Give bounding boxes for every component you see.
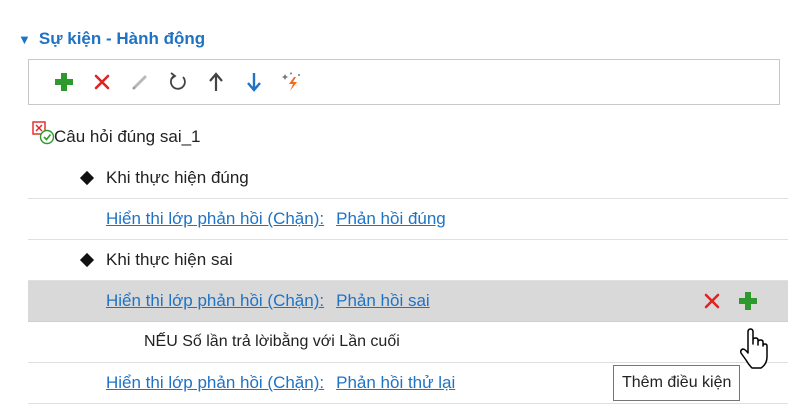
row-actions <box>694 281 766 321</box>
delete-action-button[interactable] <box>694 286 730 316</box>
tree-root[interactable]: Câu hỏi đúng sai_1 <box>28 117 788 158</box>
diamond-bullet-icon <box>79 252 95 268</box>
collapse-triangle-icon[interactable]: ▼ <box>18 33 31 46</box>
arrow-up-icon <box>209 72 223 91</box>
undo-button[interactable] <box>159 66 197 98</box>
delete-button[interactable] <box>83 66 121 98</box>
arrow-down-icon <box>247 73 261 92</box>
section-header[interactable]: ▼ Sự kiện - Hành động <box>18 26 205 52</box>
x-icon <box>704 293 720 309</box>
pencil-icon <box>132 75 147 90</box>
event-row-wrong[interactable]: Khi thực hiện sai <box>28 240 788 281</box>
event-label: Khi thực hiện sai <box>106 250 233 269</box>
add-button[interactable] <box>45 66 83 98</box>
tree-root-label: Câu hỏi đúng sai_1 <box>54 127 201 146</box>
add-condition-tooltip: Thêm điều kiện <box>613 365 741 401</box>
plus-icon <box>55 73 73 91</box>
action-verb-link[interactable]: Hiển thi lớp phản hồi (Chặn): <box>106 373 324 393</box>
add-condition-button[interactable] <box>730 286 766 316</box>
events-actions-panel: ▼ Sự kiện - Hành động Câu hỏi đúng sai_1… <box>0 0 789 420</box>
action-target-link[interactable]: Phản hồi sai <box>336 291 430 311</box>
edit-button[interactable] <box>121 66 159 98</box>
trigger-button[interactable] <box>273 66 311 98</box>
condition-row[interactable]: NẾU Số lần trả lờibằng với Lần cuối <box>28 322 788 363</box>
sparkle-lightning-icon <box>282 72 300 91</box>
event-action-tree: Câu hỏi đúng sai_1 Khi thực hiện đúng Hi… <box>28 117 788 404</box>
rotate-icon <box>170 72 186 90</box>
action-target-link[interactable]: Phản hồi thử lại <box>336 373 455 393</box>
toolbar <box>28 59 780 105</box>
condition-label: NẾU Số lần trả lờibằng với Lần cuối <box>144 333 400 350</box>
action-target-link[interactable]: Phản hồi đúng <box>336 209 446 229</box>
action-row-correct[interactable]: Hiển thi lớp phản hồi (Chặn): Phản hồi đ… <box>28 199 788 240</box>
action-row-wrong-selected[interactable]: Hiển thi lớp phản hồi (Chặn): Phản hồi s… <box>28 281 788 322</box>
event-row-correct[interactable]: Khi thực hiện đúng <box>28 158 788 199</box>
plus-icon <box>739 292 757 310</box>
action-verb-link[interactable]: Hiển thi lớp phản hồi (Chặn): <box>106 209 324 229</box>
diamond-bullet-icon <box>79 170 95 186</box>
x-icon <box>94 74 110 90</box>
hand-pointer-icon <box>740 328 768 369</box>
section-title: Sự kiện - Hành động <box>38 29 206 48</box>
action-verb-link[interactable]: Hiển thi lớp phản hồi (Chặn): <box>106 291 324 311</box>
move-up-button[interactable] <box>197 66 235 98</box>
move-down-button[interactable] <box>235 66 273 98</box>
event-label: Khi thực hiện đúng <box>106 168 249 187</box>
